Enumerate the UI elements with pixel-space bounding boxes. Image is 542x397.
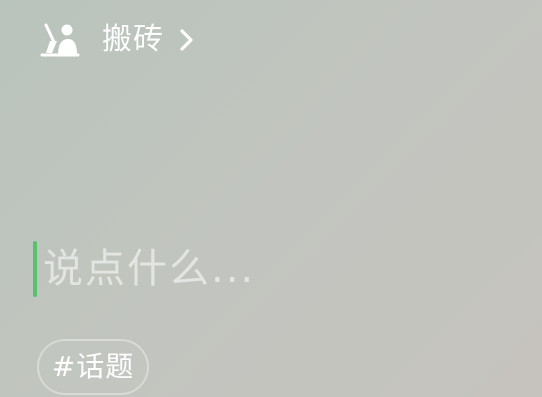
chevron-right-icon — [178, 27, 196, 53]
status-row[interactable]: 搬砖 — [38, 18, 196, 62]
text-cursor — [33, 241, 37, 297]
topic-label: #话题 — [51, 350, 135, 383]
compose-placeholder: 说点什么... — [43, 246, 256, 292]
compose-input[interactable]: 说点什么... — [33, 241, 255, 297]
worker-with-broom-icon — [38, 20, 82, 60]
status-label: 搬砖 — [102, 22, 164, 57]
topic-button[interactable]: #话题 — [37, 339, 149, 395]
